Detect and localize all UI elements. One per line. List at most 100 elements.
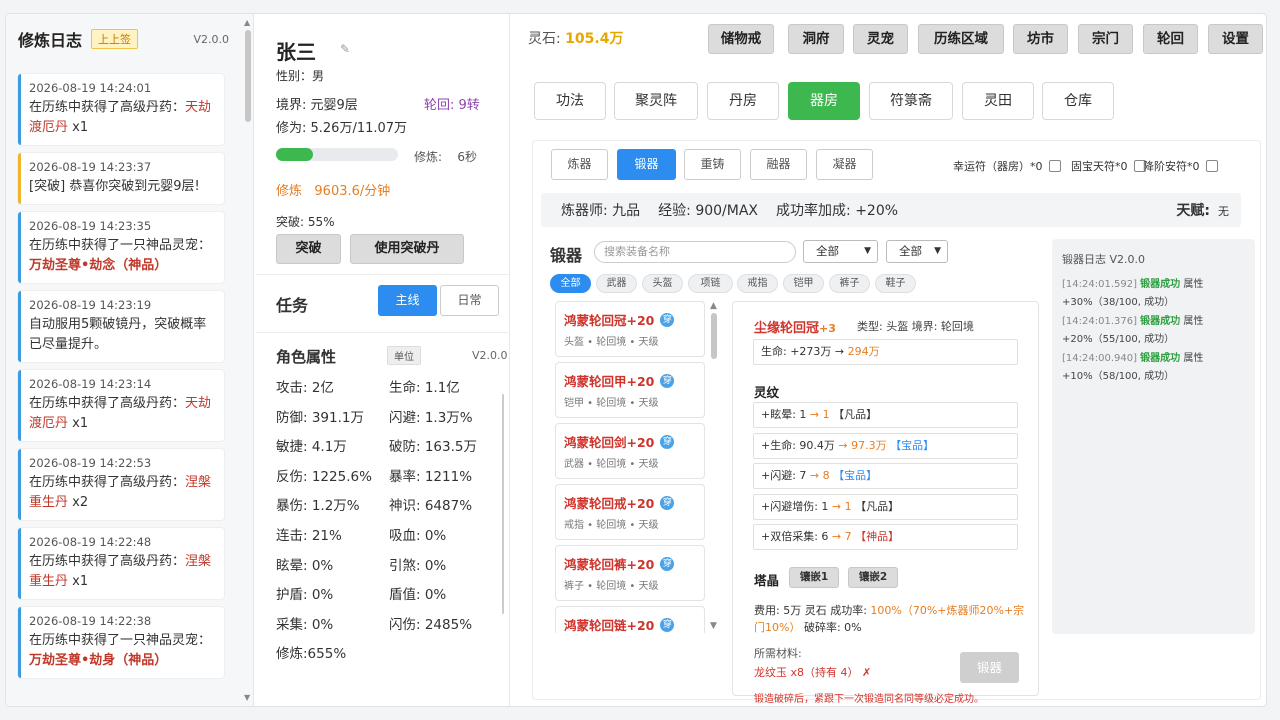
- facility-tab[interactable]: 仓库: [1042, 82, 1114, 120]
- cultivation-log-panel: 修炼日志 上上签 V2.0.0 2026-08-19 14:24:01 在历练中获…: [6, 14, 254, 706]
- breakthrough-button[interactable]: 突破: [276, 234, 341, 264]
- log-text-main: 在历练中获得了高级丹药：: [29, 554, 186, 569]
- slot-filter-chip[interactable]: 头盔: [642, 274, 683, 293]
- use-breakthrough-pill-button[interactable]: 使用突破丹: [350, 234, 464, 264]
- inlay-1-button[interactable]: 镶嵌1: [789, 567, 839, 588]
- checkbox-icon[interactable]: [1048, 160, 1061, 172]
- forge-log-status: 锻器成功: [1140, 316, 1181, 327]
- fortune-tag: 上上签: [91, 29, 139, 49]
- slot-filter-chip[interactable]: 全部: [550, 274, 591, 293]
- forge-talent: 天赋: 无: [1176, 200, 1229, 220]
- equipment-name-text: 鸿蒙轮回链+20: [564, 618, 655, 633]
- talisman-checkbox[interactable]: 幸运符（器房）*0: [953, 158, 1061, 174]
- forge-subtab[interactable]: 重铸: [684, 149, 741, 180]
- scroll-down-icon[interactable]: ▼: [710, 621, 717, 631]
- divider: [256, 274, 510, 275]
- tab-daily-quest[interactable]: 日常: [440, 285, 499, 316]
- equipment-item[interactable]: 鸿蒙轮回剑+20 穿武器 • 轮回境 • 天级: [555, 423, 705, 479]
- forge-log-entry: [14:24:00.940] 锻器成功 属性+10%（58/100, 成功）: [1062, 350, 1245, 386]
- equipped-badge-icon: 穿: [660, 617, 675, 632]
- slot-filter-chip[interactable]: 项链: [688, 274, 733, 293]
- pattern-grade: 【宝品】: [886, 438, 935, 452]
- slot-filter-chip[interactable]: 铠甲: [783, 274, 824, 293]
- log-highlight: 万劫圣尊•劫念（神品）: [29, 258, 168, 273]
- forge-subtab[interactable]: 炼器: [551, 149, 608, 180]
- log-time: 2026-08-19 14:22:48: [29, 535, 152, 549]
- log-entry: 2026-08-19 14:22:38 在历练中获得了一只神品灵宠： 万劫圣尊•劫身…: [18, 607, 224, 678]
- forge-button[interactable]: 锻器: [960, 652, 1019, 683]
- forge-subtab[interactable]: 凝器: [816, 149, 873, 180]
- equipment-item[interactable]: 鸿蒙轮回冠+20 穿头盔 • 轮回境 • 天级: [555, 301, 705, 357]
- reincarnation-label: 轮回: 9转: [424, 98, 480, 113]
- log-text-main: 在历练中获得了高级丹药：: [29, 475, 186, 490]
- equipment-name-text: 鸿蒙轮回剑+20: [564, 435, 655, 450]
- scroll-up-icon[interactable]: ▲: [244, 18, 250, 27]
- cultivation-timer: 修炼: 6秒: [414, 148, 477, 165]
- checkbox-icon[interactable]: [1205, 160, 1218, 172]
- equipment-item[interactable]: 鸿蒙轮回裤+20 穿裤子 • 轮回境 • 天级: [555, 545, 705, 601]
- equipment-item[interactable]: 鸿蒙轮回甲+20 穿铠甲 • 轮回境 • 天级: [555, 362, 705, 418]
- equipment-item-name: 鸿蒙轮回剑+20 穿: [564, 432, 704, 451]
- spirit-stone-display: 灵石: 105.4万: [528, 28, 623, 48]
- slot-filter-chip[interactable]: 裤子: [829, 274, 870, 293]
- slot-filter-chip[interactable]: 戒指: [737, 274, 778, 293]
- talisman-label: 固宝天符*0: [1071, 160, 1128, 173]
- log-text: 在历练中获得了高级丹药：涅槃重生丹 x1: [29, 552, 217, 592]
- top-nav-button[interactable]: 历练区域: [918, 24, 1004, 54]
- scroll-up-icon[interactable]: ▲: [710, 301, 717, 311]
- forge-subtab[interactable]: 融器: [750, 149, 807, 180]
- scroll-down-icon[interactable]: ▼: [244, 693, 250, 702]
- slot-filter-chip[interactable]: 武器: [596, 274, 637, 293]
- forge-log-time: [14:24:01.592]: [1062, 279, 1141, 290]
- facility-tab[interactable]: 器房: [788, 82, 860, 120]
- equipment-item[interactable]: 鸿蒙轮回链+20穿项链 • 轮回境 • 天级: [555, 606, 705, 633]
- slot-filter-chip[interactable]: 鞋子: [875, 274, 916, 293]
- attribute-value: 反伤: 1225.6%: [276, 468, 372, 485]
- tab-main-quest[interactable]: 主线: [378, 285, 437, 316]
- forge-note: 锻造破碎后，紧跟下一次锻造同名同等级必定成功。: [754, 694, 984, 705]
- top-nav-button[interactable]: 储物戒: [708, 24, 774, 54]
- attributes-version: V2.0.0: [472, 349, 508, 362]
- equipment-list: 鸿蒙轮回冠+20 穿头盔 • 轮回境 • 天级 鸿蒙轮回甲+20 穿铠甲 • 轮回境 …: [555, 301, 705, 633]
- facility-tab[interactable]: 聚灵阵: [614, 82, 698, 120]
- inlay-2-button[interactable]: 镶嵌2: [848, 567, 898, 588]
- attribute-value: 防御: 391.1万: [276, 409, 364, 426]
- top-nav-button[interactable]: 设置: [1208, 24, 1263, 54]
- filter-select-1[interactable]: 全部 ▼: [803, 240, 878, 263]
- attributes-scroll-thumb[interactable]: [502, 394, 504, 614]
- equipment-list-scrollbar[interactable]: ▲ ▼: [710, 301, 718, 637]
- forge-log-entry: [14:24:01.592] 锻器成功 属性+30%（38/100, 成功）: [1062, 276, 1245, 312]
- talisman-checkbox[interactable]: 固宝天符*0: [1071, 158, 1146, 174]
- facility-tab[interactable]: 功法: [534, 82, 606, 120]
- talisman-checkbox[interactable]: 降阶安符*0: [1143, 158, 1218, 174]
- log-scrollbar[interactable]: ▲ ▼: [243, 18, 253, 704]
- attribute-value: 敏捷: 4.1万: [276, 439, 347, 456]
- edit-icon[interactable]: ✎: [340, 42, 350, 56]
- facility-tab[interactable]: 灵田: [962, 82, 1034, 120]
- log-text-main: [突破] 恭喜你突破到元婴9层!: [29, 179, 200, 194]
- equipment-scroll-thumb[interactable]: [711, 313, 717, 359]
- top-nav-button[interactable]: 坊市: [1013, 24, 1068, 54]
- main-stat-from: 生命: +273万: [761, 345, 832, 358]
- filter-select-2[interactable]: 全部 ▼: [886, 240, 948, 263]
- unit-toggle-button[interactable]: 单位: [387, 346, 421, 365]
- attribute-value: 盾值: 0%: [389, 587, 447, 604]
- facility-tab[interactable]: 丹房: [707, 82, 779, 120]
- cultivation-speed: 修炼 9603.6/分钟: [276, 184, 391, 199]
- equipment-item-name: 鸿蒙轮回戒+20 穿: [564, 493, 704, 512]
- top-nav-button[interactable]: 洞府: [788, 24, 844, 54]
- top-nav-button[interactable]: 轮回: [1143, 24, 1198, 54]
- equipment-item[interactable]: 鸿蒙轮回戒+20 穿戒指 • 轮回境 • 天级: [555, 484, 705, 540]
- detail-name: 尘缘轮回冠: [754, 321, 820, 336]
- equipment-search-input[interactable]: 搜索装备名称: [594, 241, 796, 263]
- forge-subtab[interactable]: 锻器: [617, 149, 676, 180]
- facility-tab[interactable]: 符箓斋: [869, 82, 953, 120]
- equipped-badge-icon: 穿: [660, 434, 675, 449]
- top-nav-button[interactable]: 灵宠: [853, 24, 908, 54]
- main-area: 灵石: 105.4万 储物戒 洞府 灵宠 历练区域 坊市 宗门 轮回 设置 功法 聚灵阵 丹房 器房…: [512, 14, 1266, 706]
- log-text: 在历练中获得了高级丹药：天劫渡厄丹 x1: [29, 98, 217, 138]
- pattern-to: → 8: [809, 469, 830, 482]
- log-scroll-thumb[interactable]: [245, 30, 251, 122]
- top-nav-button[interactable]: 宗门: [1078, 24, 1133, 54]
- attributes-scrollbar[interactable]: [502, 374, 508, 624]
